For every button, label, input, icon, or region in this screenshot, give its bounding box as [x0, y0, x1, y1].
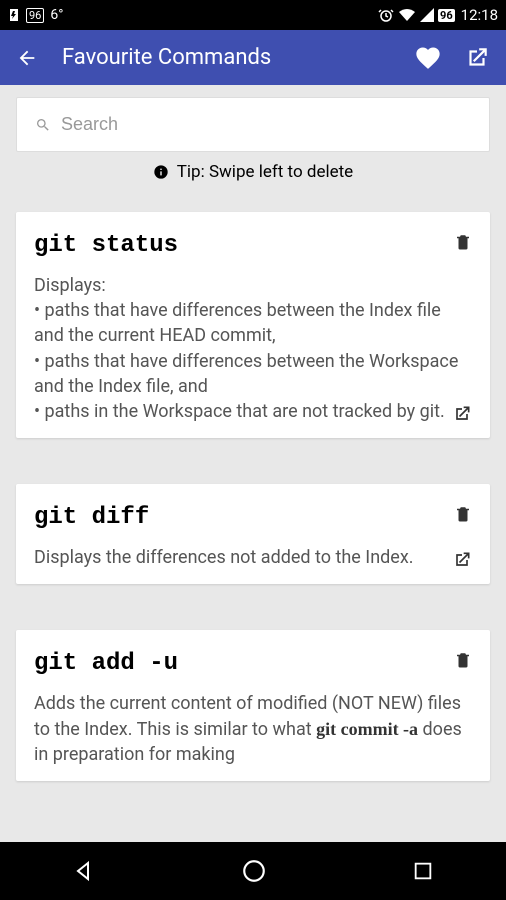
info-icon	[153, 164, 169, 180]
back-icon[interactable]	[16, 47, 38, 69]
app-bar-actions	[414, 44, 490, 72]
delete-button[interactable]	[454, 650, 472, 670]
nav-home-icon[interactable]	[241, 858, 267, 884]
app-bar: Favourite Commands	[0, 30, 506, 85]
page-title: Favourite Commands	[62, 45, 390, 70]
search-box[interactable]	[16, 97, 490, 152]
trash-icon	[454, 650, 472, 670]
status-temp: 6°	[50, 7, 63, 23]
command-card[interactable]: git diff Displays the differences not ad…	[16, 484, 490, 584]
navigation-bar	[0, 842, 506, 900]
command-title: git diff	[34, 504, 472, 531]
charging-icon	[8, 8, 20, 22]
nav-back-icon[interactable]	[72, 859, 96, 883]
battery-badge: 96	[438, 9, 455, 22]
heart-icon[interactable]	[414, 44, 442, 72]
share-out-icon	[452, 550, 472, 570]
status-time: 12:18	[461, 6, 498, 24]
command-card[interactable]: git add -u Adds the current content of m…	[16, 630, 490, 781]
trash-icon	[454, 232, 472, 252]
delete-button[interactable]	[454, 504, 472, 524]
share-icon[interactable]	[464, 45, 490, 71]
command-description: Displays the differences not added to th…	[34, 545, 472, 570]
content-area: Tip: Swipe left to delete git status Dis…	[0, 85, 506, 842]
status-bar: 96 6° 96 12:18	[0, 0, 506, 30]
share-out-icon	[452, 404, 472, 424]
tip-text: Tip: Swipe left to delete	[16, 162, 490, 182]
inline-code: git commit -a	[316, 719, 418, 739]
status-right: 96 12:18	[378, 6, 498, 24]
command-card[interactable]: git status Displays: • paths that have d…	[16, 212, 490, 438]
share-button[interactable]	[452, 404, 472, 424]
status-left: 96 6°	[8, 7, 63, 23]
command-description: Adds the current content of modified (NO…	[34, 691, 472, 767]
command-title: git status	[34, 232, 472, 259]
search-input[interactable]	[61, 114, 471, 135]
command-title: git add -u	[34, 650, 472, 677]
signal-icon	[420, 8, 434, 22]
nav-recent-icon[interactable]	[412, 860, 434, 882]
share-button[interactable]	[452, 550, 472, 570]
wifi-icon	[398, 8, 416, 22]
delete-button[interactable]	[454, 232, 472, 252]
status-badge-1: 96	[26, 8, 44, 23]
trash-icon	[454, 504, 472, 524]
command-description: Displays: • paths that have differences …	[34, 273, 472, 424]
search-icon	[35, 117, 51, 133]
alarm-icon	[378, 7, 394, 23]
